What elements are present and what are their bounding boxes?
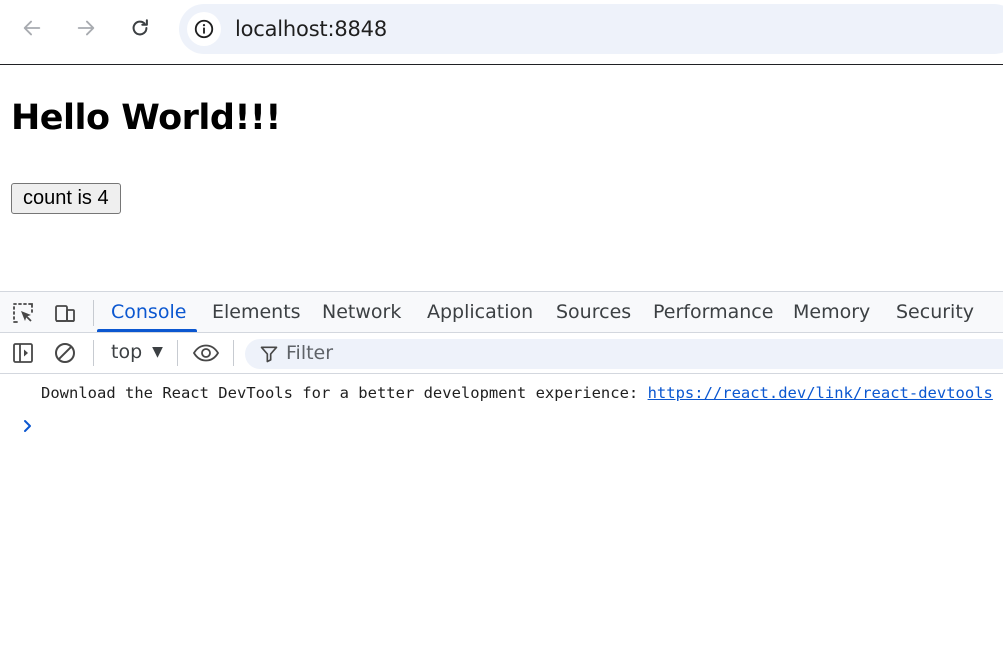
device-toggle-icon <box>55 305 75 322</box>
tab-performance[interactable]: Performance <box>653 292 773 332</box>
count-button[interactable]: count is 4 <box>11 183 121 214</box>
info-icon <box>194 19 214 39</box>
show-sidebar-button[interactable] <box>10 340 36 366</box>
console-message: Download the React DevTools for a better… <box>41 384 993 402</box>
filter-input[interactable]: Filter <box>245 339 1003 369</box>
arrow-right-icon <box>77 20 95 36</box>
toolbar-divider <box>177 340 178 366</box>
back-button[interactable] <box>14 10 50 46</box>
filter-placeholder: Filter <box>286 342 334 364</box>
devtools-tab-bar: Console Elements Network Application Sou… <box>0 292 1003 333</box>
devtools-panel: Console Elements Network Application Sou… <box>0 291 1003 670</box>
toolbar-divider <box>93 340 94 366</box>
url-text[interactable]: localhost:8848 <box>235 17 387 41</box>
tab-security[interactable]: Security <box>896 292 974 332</box>
console-toolbar: top ▼ Filter <box>0 333 1003 374</box>
arrow-left-icon <box>23 20 41 36</box>
live-expression-button[interactable] <box>191 340 221 366</box>
context-value: top <box>111 341 143 363</box>
toolbar-divider <box>93 300 94 326</box>
tab-console[interactable]: Console <box>111 292 186 332</box>
inspect-element-button[interactable] <box>10 300 36 326</box>
clear-icon <box>55 343 75 363</box>
reload-icon <box>132 19 148 36</box>
tab-sources[interactable]: Sources <box>556 292 631 332</box>
active-tab-indicator <box>97 329 197 332</box>
browser-toolbar: localhost:8848 <box>0 0 1003 65</box>
console-message-link[interactable]: https://react.dev/link/react-devtools <box>648 384 993 402</box>
tab-elements[interactable]: Elements <box>212 292 301 332</box>
page-title: Hello World!!! <box>11 98 281 138</box>
eye-icon <box>192 344 220 362</box>
reload-button[interactable] <box>122 10 158 46</box>
tab-application[interactable]: Application <box>427 292 533 332</box>
address-bar[interactable]: localhost:8848 <box>179 4 1003 54</box>
sidebar-toggle-icon <box>13 343 33 363</box>
context-selector[interactable]: top ▼ <box>111 341 163 363</box>
site-info-button[interactable] <box>187 12 221 46</box>
tab-memory[interactable]: Memory <box>793 292 870 332</box>
device-toolbar-button[interactable] <box>52 300 78 326</box>
chevron-right-icon[interactable] <box>20 418 36 434</box>
tab-network[interactable]: Network <box>322 292 401 332</box>
filter-icon <box>260 346 278 363</box>
forward-button[interactable] <box>68 10 104 46</box>
console-message-text: Download the React DevTools for a better… <box>41 384 648 402</box>
inspect-icon <box>13 303 33 323</box>
clear-console-button[interactable] <box>52 340 78 366</box>
triangle-down-icon: ▼ <box>152 344 163 360</box>
toolbar-divider <box>233 340 234 366</box>
